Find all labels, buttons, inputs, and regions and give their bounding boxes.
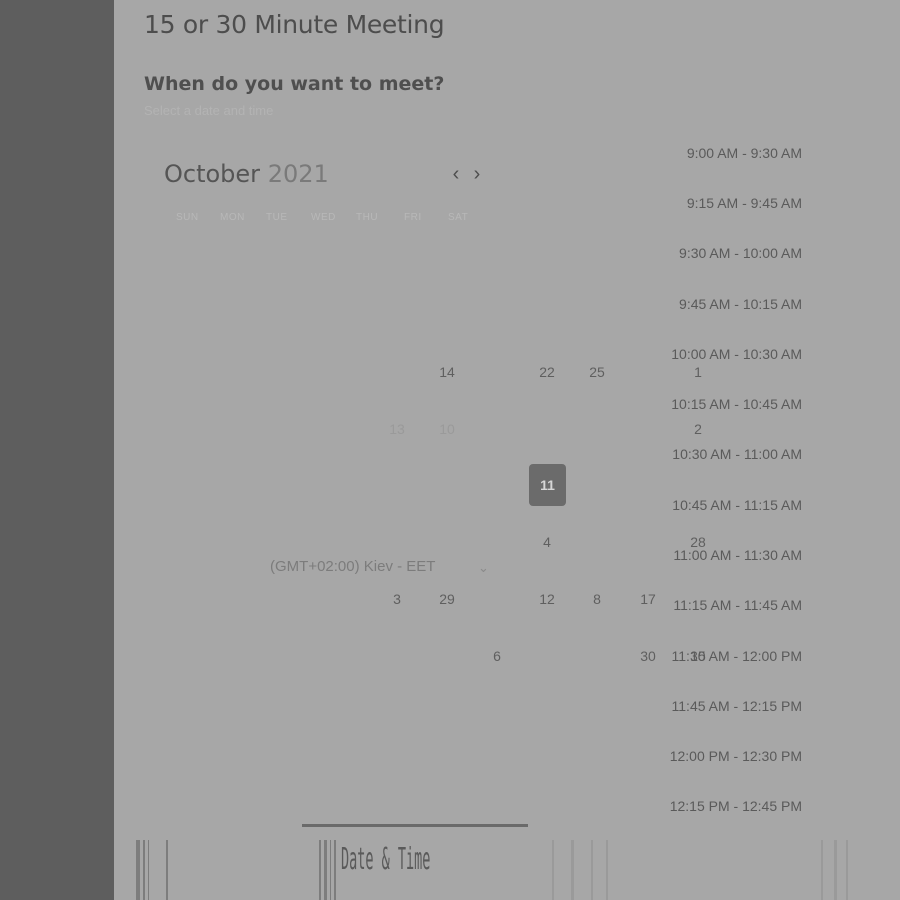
time-slot[interactable]: 11:45 AM - 12:15 PM <box>672 698 802 714</box>
sidebar <box>0 0 114 900</box>
calendar-day[interactable]: 8 <box>579 579 615 619</box>
prev-month-button[interactable]: ‹ <box>447 163 465 185</box>
timezone-select[interactable]: (GMT+02:00) Kiev - EET <box>270 558 435 575</box>
month-year-label: October 2021 <box>164 160 329 188</box>
weekday-label: SAT <box>448 212 469 223</box>
weekday-label: SUN <box>176 212 199 223</box>
chevron-down-icon: ⌄ <box>478 560 489 575</box>
question-heading: When do you want to meet? <box>144 73 445 95</box>
calendar-day[interactable]: 13 <box>379 409 415 449</box>
time-slot[interactable]: 10:30 AM - 11:00 AM <box>672 446 802 462</box>
step-4-tab[interactable] <box>821 840 848 900</box>
calendar-day[interactable]: 30 <box>630 636 666 676</box>
time-slot[interactable]: 9:45 AM - 10:15 AM <box>679 296 802 312</box>
step-2-tab[interactable] <box>319 840 336 900</box>
calendar-day-selected[interactable]: 11 <box>529 464 566 506</box>
chevron-right-icon: › <box>473 163 481 185</box>
calendar-day[interactable]: 25 <box>579 352 615 392</box>
calendar-day[interactable]: 17 <box>630 579 666 619</box>
calendar-day[interactable]: 22 <box>529 352 565 392</box>
time-slot[interactable]: 10:00 AM - 10:30 AM <box>671 346 802 362</box>
weekday-label: FRI <box>404 212 422 223</box>
active-step-indicator <box>302 824 528 827</box>
step-3-tab[interactable] <box>552 840 608 900</box>
chevron-left-icon: ‹ <box>452 163 460 185</box>
year-label: 2021 <box>267 160 329 188</box>
calendar-day[interactable]: 10 <box>429 409 465 449</box>
weekday-label: MON <box>220 212 245 223</box>
time-slot[interactable]: 11:30 AM - 12:00 PM <box>672 648 802 664</box>
time-slot[interactable]: 9:15 AM - 9:45 AM <box>687 195 802 211</box>
time-slot[interactable]: 12:15 PM - 12:45 PM <box>670 798 802 814</box>
step-2-label: Date & Time <box>341 842 431 877</box>
calendar-day[interactable]: 29 <box>429 579 465 619</box>
next-month-button[interactable]: › <box>468 163 486 185</box>
calendar-day[interactable]: 3 <box>379 579 415 619</box>
calendar-day[interactable]: 2 <box>680 409 716 449</box>
time-slot[interactable]: 9:30 AM - 10:00 AM <box>679 245 802 261</box>
time-slot[interactable]: 12:00 PM - 12:30 PM <box>670 748 802 764</box>
calendar-day[interactable]: 6 <box>479 636 515 676</box>
calendar-day[interactable]: 14 <box>429 352 465 392</box>
calendar-day[interactable]: 12 <box>529 579 565 619</box>
subtitle: Select a date and time <box>144 103 274 118</box>
month-label: October <box>164 160 261 188</box>
step-navigation: Date & Time <box>114 840 900 900</box>
step-1-tab[interactable] <box>136 840 168 900</box>
time-slot[interactable]: 9:00 AM - 9:30 AM <box>687 145 802 161</box>
time-slot[interactable]: 10:45 AM - 11:15 AM <box>672 497 802 513</box>
weekday-label: THU <box>356 212 379 223</box>
time-slot[interactable]: 11:15 AM - 11:45 AM <box>673 597 802 613</box>
time-slot[interactable]: 11:00 AM - 11:30 AM <box>673 547 802 563</box>
time-slot[interactable]: 10:15 AM - 10:45 AM <box>671 396 802 412</box>
weekday-label: WED <box>311 212 336 223</box>
page-title: 15 or 30 Minute Meeting <box>144 10 445 39</box>
calendar-day[interactable]: 4 <box>529 522 565 562</box>
weekday-label: TUE <box>266 212 288 223</box>
